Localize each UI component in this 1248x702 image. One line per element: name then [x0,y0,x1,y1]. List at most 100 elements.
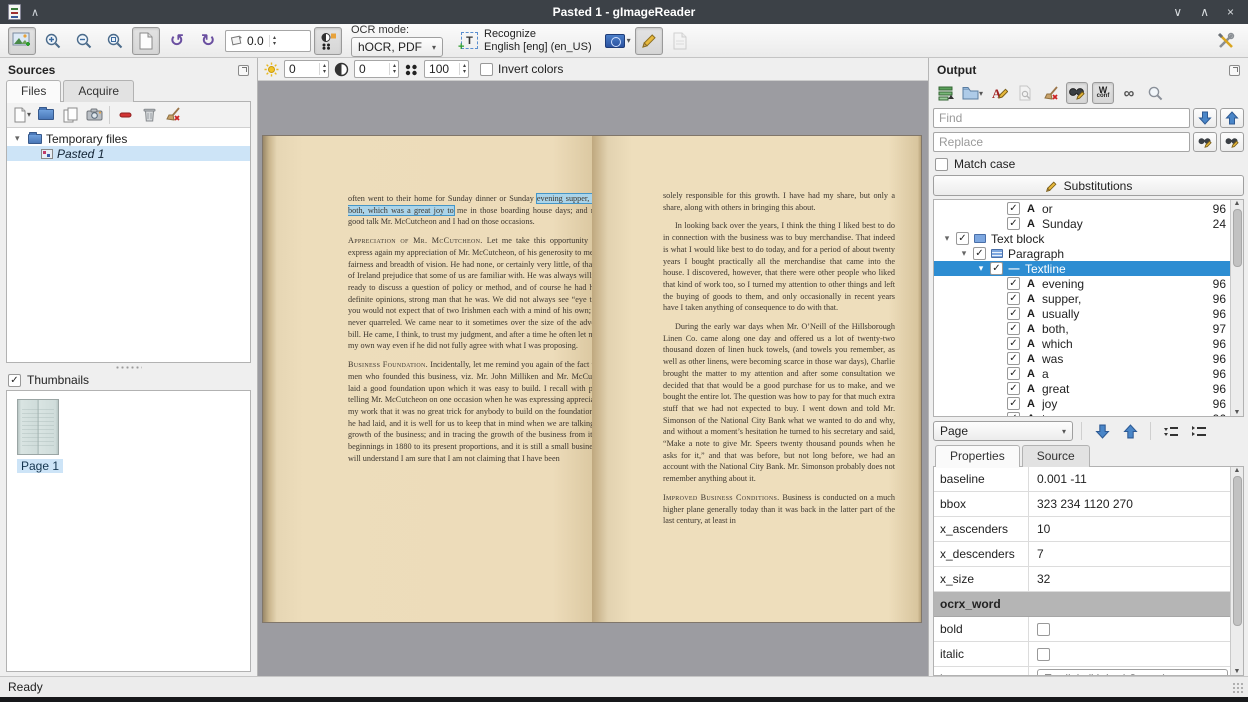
detect-layout-button[interactable] [666,27,694,55]
row-checkbox[interactable]: ✓ [1007,352,1020,365]
zoom-in-button[interactable] [39,27,67,55]
paste-button[interactable] [61,105,79,125]
substitutions-button[interactable]: Substitutions [933,175,1244,196]
italic-checkbox[interactable] [1037,648,1050,661]
edit-button[interactable] [635,27,663,55]
tree-row-was[interactable]: ✓Awas96 [934,351,1230,366]
recognize-button[interactable]: T+ Recognize English [eng] (en_US) [452,25,601,57]
navigation-target-select[interactable]: Page ▾ [933,421,1073,441]
row-checkbox[interactable]: ✓ [1007,217,1020,230]
expander-icon[interactable]: ▾ [959,248,969,259]
row-checkbox[interactable]: ✓ [1007,397,1020,410]
zoom-out-button[interactable] [70,27,98,55]
sources-splitter[interactable] [0,363,257,372]
zoom-original-button[interactable] [101,27,129,55]
export-button[interactable]: A [988,82,1010,104]
resize-grip[interactable] [1232,682,1244,694]
tree-row-a[interactable]: ✓Aa96 [934,366,1230,381]
expand-all-button[interactable] [1187,421,1211,441]
page-thumbnail[interactable] [17,399,59,455]
tree-row-which[interactable]: ✓Awhich96 [934,336,1230,351]
tree-row-supper[interactable]: ✓Asupper,96 [934,291,1230,306]
preview-button[interactable] [1144,82,1166,104]
invert-colors-checkbox[interactable] [480,63,493,76]
bold-checkbox[interactable] [1037,623,1050,636]
rotate-left-button[interactable]: ↺ [163,27,191,55]
thumbnail-page-label[interactable]: Page 1 [17,459,63,473]
ocr-selected-textline[interactable]: evening supper, usually both, which was … [348,194,616,215]
tree-row-sunday[interactable]: ✓ASunday24 [934,216,1230,231]
row-checkbox[interactable]: ✓ [973,247,986,260]
detach-icon[interactable] [238,65,249,76]
row-checkbox[interactable]: ✓ [1007,292,1020,305]
open-folder-button[interactable] [37,105,55,125]
settings-button[interactable] [1212,27,1240,55]
match-case-checkbox[interactable] [935,158,948,171]
scanned-book-image[interactable]: often went to their home for Sunday dinn… [263,136,921,622]
expander-icon[interactable]: ▾ [942,233,952,244]
next-item-button[interactable] [1090,421,1114,441]
tree-row-both[interactable]: ✓Aboth,97 [934,321,1230,336]
resolution-spinbox[interactable]: 100▴▾ [424,60,469,78]
row-checkbox[interactable]: ✓ [1007,412,1020,416]
properties-scrollbar[interactable]: ▲ ▼ [1230,467,1243,675]
detach-icon[interactable] [1229,65,1240,76]
tree-row-great[interactable]: ✓Agreat96 [934,381,1230,396]
open-output-button[interactable]: ▾ [961,82,984,104]
clear-sources-button[interactable] [164,105,182,125]
find-input[interactable] [933,108,1190,128]
expander-icon[interactable]: ▾ [976,263,986,274]
tab-acquire[interactable]: Acquire [63,80,134,102]
find-document-button[interactable] [1014,82,1036,104]
brightness-spinbox[interactable]: 0▴▾ [284,60,329,78]
tree-row-or[interactable]: ✓Aor96 [934,201,1230,216]
clear-output-button[interactable] [1040,82,1062,104]
tab-source[interactable]: Source [1022,445,1090,467]
maximize-button[interactable]: ∧ [1200,5,1209,19]
tree-row-text-block[interactable]: ▾✓Text block [934,231,1230,246]
scroll-down-icon[interactable]: ▼ [1234,409,1241,416]
tree-row-temporary-files[interactable]: ▾ Temporary files [7,131,250,146]
prev-item-button[interactable] [1118,421,1142,441]
screenshot-button[interactable] [85,105,103,125]
property-value[interactable]: 0.001 -11 [1029,472,1230,486]
lang-select[interactable]: English (United States)▾ [1037,669,1228,676]
add-source-button[interactable]: ▾ [13,105,31,125]
property-value[interactable]: 323 234 1120 270 [1029,497,1230,511]
row-checkbox[interactable]: ✓ [1007,382,1020,395]
replace-all-button[interactable] [1220,132,1244,152]
scroll-up-icon[interactable]: ▲ [1234,200,1241,207]
delete-source-button[interactable] [140,105,158,125]
scroll-down-icon[interactable]: ▼ [1234,668,1241,675]
find-next-button[interactable] [1193,108,1217,128]
row-checkbox[interactable]: ✓ [956,232,969,245]
minimize-button[interactable]: ∨ [1173,5,1182,19]
tree-row-joy[interactable]: ✓Ajoy96 [934,396,1230,411]
close-button[interactable]: × [1227,5,1234,19]
scroll-up-icon[interactable]: ▲ [1234,467,1241,474]
image-canvas[interactable]: often went to their home for Sunday dinn… [258,81,928,676]
tree-row-usually[interactable]: ✓Ausually96 [934,306,1230,321]
property-value[interactable]: 32 [1029,572,1230,586]
window-shade-icon[interactable]: ∧ [31,6,39,19]
row-checkbox[interactable]: ✓ [990,262,1003,275]
rotation-steppers[interactable]: ▴▾ [269,35,276,47]
tab-properties[interactable]: Properties [935,445,1020,467]
add-images-button[interactable] [8,27,36,55]
row-checkbox[interactable]: ✓ [1007,367,1020,380]
collapse-all-button[interactable] [1159,421,1183,441]
replace-button[interactable] [1193,132,1217,152]
tree-row-to[interactable]: ✓Ato96 [934,411,1230,416]
insert-append-button[interactable] [935,82,957,104]
thumbnails-checkbox[interactable]: ✓ [8,374,21,387]
tab-files[interactable]: Files [6,80,61,102]
tree-row-pasted-1[interactable]: Pasted 1 [7,146,250,161]
rotate-right-button[interactable]: ↻ [194,27,222,55]
row-checkbox[interactable]: ✓ [1007,202,1020,215]
row-checkbox[interactable]: ✓ [1007,277,1020,290]
remove-source-button[interactable] [116,105,134,125]
contrast-spinbox[interactable]: 0▴▾ [354,60,399,78]
language-menu-button[interactable]: ▾ [604,27,632,55]
tree-row-textline[interactable]: ▾✓—Textline [934,261,1230,276]
tree-row-paragraph[interactable]: ▾✓Paragraph [934,246,1230,261]
